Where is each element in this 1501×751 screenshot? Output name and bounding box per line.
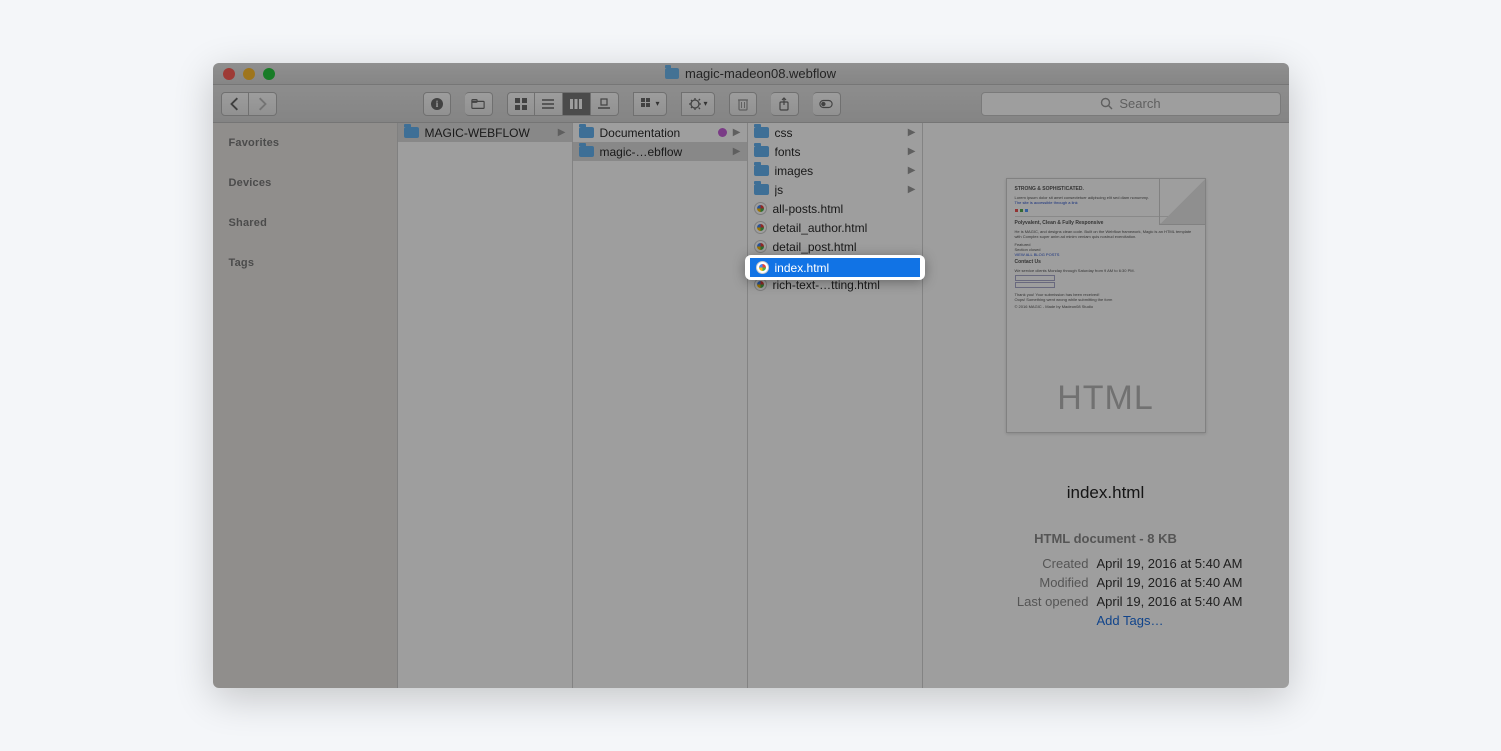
folder-icon (754, 127, 769, 138)
action-button[interactable]: ▾ (681, 92, 715, 116)
folder-js[interactable]: js▶ (748, 180, 922, 199)
html-file-icon (754, 221, 767, 234)
add-tags-link[interactable]: Add Tags… (1097, 611, 1164, 630)
folder-magic-ebflow[interactable]: magic-…ebflow ▶ (573, 142, 747, 161)
search-icon (1100, 97, 1113, 110)
file-detail-author[interactable]: detail_author.html (748, 218, 922, 237)
trash-button[interactable] (729, 92, 757, 116)
share-button[interactable] (771, 92, 799, 116)
chevron-right-icon: ▶ (908, 127, 916, 138)
opened-date: April 19, 2016 at 5:40 AM (1097, 592, 1243, 611)
column-view-button[interactable] (563, 92, 591, 116)
sidebar: Favorites Devices Shared Tags (213, 123, 398, 688)
modified-date: April 19, 2016 at 5:40 AM (1097, 573, 1243, 592)
preview-metadata: CreatedApril 19, 2016 at 5:40 AM Modifie… (969, 554, 1243, 630)
folder-icon (754, 165, 769, 176)
file-type-watermark: HTML (1007, 379, 1205, 418)
column-3: css▶ fonts▶ images▶ js▶ all-posts.html d… (748, 123, 923, 688)
toolbar: i ▾ ▾ Search (213, 85, 1289, 123)
chevron-right-icon: ▶ (733, 146, 741, 157)
folder-css[interactable]: css▶ (748, 123, 922, 142)
folder-fonts[interactable]: fonts▶ (748, 142, 922, 161)
column-2: Documentation ▶ magic-…ebflow ▶ (573, 123, 748, 688)
window-title-text: magic-madeon08.webflow (685, 66, 836, 81)
chevron-right-icon: ▶ (908, 184, 916, 195)
window-body: Favorites Devices Shared Tags MAGIC-WEBF… (213, 123, 1289, 688)
preview-pane: STRONG & SOPHISTICATED. Lorem ipsum dolo… (923, 123, 1289, 688)
titlebar: magic-madeon08.webflow (213, 63, 1289, 85)
folder-icon (754, 184, 769, 195)
chevron-right-icon: ▶ (558, 127, 566, 138)
folder-documentation[interactable]: Documentation ▶ (573, 123, 747, 142)
folder-icon (754, 146, 769, 157)
sidebar-section-tags[interactable]: Tags (213, 253, 397, 279)
file-thumbnail: STRONG & SOPHISTICATED. Lorem ipsum dolo… (1006, 178, 1206, 433)
sidebar-section-shared[interactable]: Shared (213, 213, 397, 239)
column-browser: MAGIC-WEBFLOW ▶ Documentation ▶ magic-…e… (398, 123, 1289, 688)
sidebar-section-favorites[interactable]: Favorites (213, 133, 397, 159)
folder-icon (579, 146, 594, 157)
arrange-button[interactable]: ▾ (633, 92, 667, 116)
folder-icon (665, 68, 679, 79)
html-file-icon (756, 261, 769, 274)
created-date: April 19, 2016 at 5:40 AM (1097, 554, 1243, 573)
new-folder-button[interactable] (465, 92, 493, 116)
preview-kind: HTML document - 8 KB (1034, 531, 1177, 546)
file-detail-post[interactable]: detail_post.html (748, 237, 922, 256)
sidebar-section-devices[interactable]: Devices (213, 173, 397, 199)
coverflow-view-button[interactable] (591, 92, 619, 116)
icon-view-button[interactable] (507, 92, 535, 116)
html-file-icon (754, 240, 767, 253)
folder-icon (579, 127, 594, 138)
preview-filename: index.html (1067, 483, 1144, 503)
chevron-right-icon: ▶ (733, 127, 741, 138)
info-button[interactable]: i (423, 92, 451, 116)
folder-magic-webflow[interactable]: MAGIC-WEBFLOW ▶ (398, 123, 572, 142)
chevron-right-icon: ▶ (908, 146, 916, 157)
selected-file-highlight: index.html (745, 255, 925, 280)
column-1: MAGIC-WEBFLOW ▶ (398, 123, 573, 688)
window-title: magic-madeon08.webflow (213, 66, 1289, 81)
search-field[interactable]: Search (981, 92, 1281, 116)
nav-group (221, 92, 277, 116)
search-placeholder: Search (1119, 96, 1160, 111)
chevron-right-icon: ▶ (908, 165, 916, 176)
html-file-icon (754, 202, 767, 215)
forward-button[interactable] (249, 92, 277, 116)
list-view-button[interactable] (535, 92, 563, 116)
tag-purple-icon (718, 128, 727, 137)
folder-images[interactable]: images▶ (748, 161, 922, 180)
view-group (507, 92, 619, 116)
back-button[interactable] (221, 92, 249, 116)
file-all-posts[interactable]: all-posts.html (748, 199, 922, 218)
tags-button[interactable] (813, 92, 841, 116)
file-index-html[interactable]: index.html (750, 258, 920, 277)
folder-icon (404, 127, 419, 138)
finder-window: magic-madeon08.webflow i ▾ ▾ Search (213, 63, 1289, 688)
